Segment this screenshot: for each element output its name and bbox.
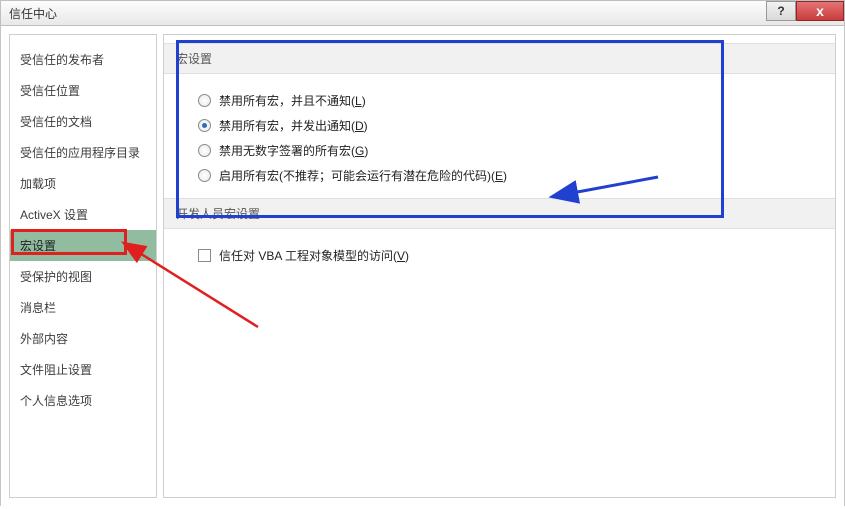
macro-option-label: 禁用无数字签署的所有宏(G)	[219, 142, 368, 159]
vba-trust-row[interactable]: 信任对 VBA 工程对象模型的访问(V)	[198, 243, 835, 268]
radio-icon[interactable]	[198, 119, 211, 132]
macro-option-label: 启用所有宏(不推荐；可能会运行有潜在危险的代码)(E)	[219, 167, 507, 184]
developer-settings-body: 信任对 VBA 工程对象模型的访问(V)	[164, 239, 835, 278]
radio-icon[interactable]	[198, 94, 211, 107]
macro-option-row[interactable]: 禁用无数字签署的所有宏(G)	[198, 138, 835, 163]
sidebar-item[interactable]: 受信任的发布者	[10, 44, 156, 75]
radio-icon[interactable]	[198, 144, 211, 157]
window-title: 信任中心	[1, 5, 57, 22]
sidebar-item[interactable]: 外部内容	[10, 323, 156, 354]
sidebar-item[interactable]: 受信任位置	[10, 75, 156, 106]
sidebar-item[interactable]: 受信任的应用程序目录	[10, 137, 156, 168]
developer-settings-header: 开发人员宏设置	[164, 198, 835, 229]
sidebar-item[interactable]: 消息栏	[10, 292, 156, 323]
close-icon: x	[816, 3, 824, 19]
sidebar-item[interactable]: 加载项	[10, 168, 156, 199]
help-icon: ?	[777, 4, 784, 18]
sidebar-item[interactable]: 宏设置	[10, 230, 156, 261]
macro-option-row[interactable]: 禁用所有宏，并且不通知(L)	[198, 88, 835, 113]
titlebar: 信任中心 ? x	[0, 0, 845, 26]
sidebar: 受信任的发布者受信任位置受信任的文档受信任的应用程序目录加载项ActiveX 设…	[9, 34, 157, 498]
macro-settings-body: 禁用所有宏，并且不通知(L) 禁用所有宏，并发出通知(D) 禁用无数字签署的所有宏(…	[164, 84, 835, 198]
vba-trust-label: 信任对 VBA 工程对象模型的访问(V)	[219, 247, 409, 264]
radio-icon[interactable]	[198, 169, 211, 182]
content-pane: 宏设置 禁用所有宏，并且不通知(L) 禁用所有宏，并发出通知(D) 禁用无数字签署的…	[163, 34, 836, 498]
macro-option-label: 禁用所有宏，并发出通知(D)	[219, 117, 368, 134]
macro-option-row[interactable]: 启用所有宏(不推荐；可能会运行有潜在危险的代码)(E)	[198, 163, 835, 188]
sidebar-item[interactable]: 受信任的文档	[10, 106, 156, 137]
macro-option-row[interactable]: 禁用所有宏，并发出通知(D)	[198, 113, 835, 138]
sidebar-item[interactable]: 文件阻止设置	[10, 354, 156, 385]
sidebar-item[interactable]: 受保护的视图	[10, 261, 156, 292]
macro-option-label: 禁用所有宏，并且不通知(L)	[219, 92, 366, 109]
macro-settings-header: 宏设置	[164, 43, 835, 74]
sidebar-item[interactable]: ActiveX 设置	[10, 199, 156, 230]
dialog-body: 受信任的发布者受信任位置受信任的文档受信任的应用程序目录加载项ActiveX 设…	[0, 26, 845, 506]
help-button[interactable]: ?	[766, 1, 796, 21]
vba-trust-checkbox[interactable]	[198, 249, 211, 262]
sidebar-item[interactable]: 个人信息选项	[10, 385, 156, 416]
close-button[interactable]: x	[796, 1, 844, 21]
window-buttons: ? x	[766, 1, 844, 21]
